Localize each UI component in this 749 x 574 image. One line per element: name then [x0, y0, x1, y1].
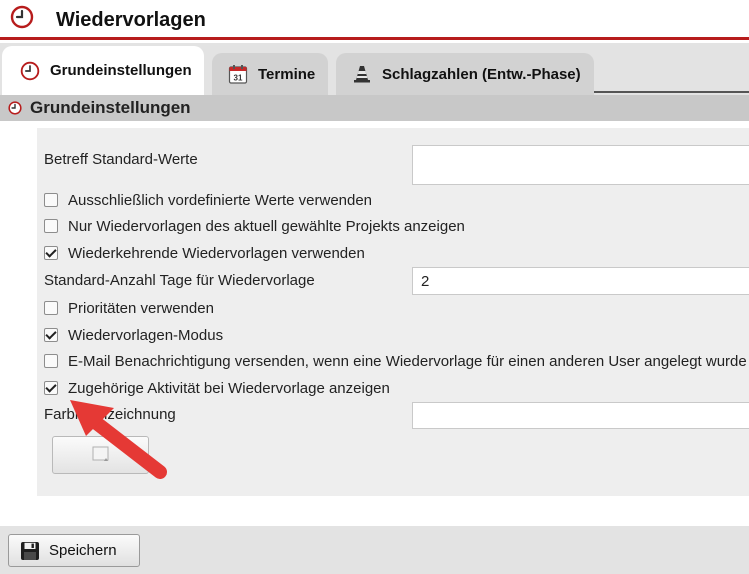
checkbox-row-modus[interactable]: Wiedervorlagen-Modus — [44, 325, 223, 345]
betreff-label: Betreff Standard-Werte — [44, 150, 198, 168]
farb-label: Farbkennzeichnung — [44, 405, 176, 423]
checkbox[interactable] — [44, 301, 58, 315]
app-header: Wiedervorlagen — [0, 0, 749, 40]
tab-label: Termine — [258, 65, 316, 83]
tab-grundeinstellungen[interactable]: Grundeinstellungen — [2, 46, 204, 95]
checkbox-label: Zugehörige Aktivität bei Wiedervorlage a… — [68, 379, 390, 397]
checkbox-row-wiederkehrend[interactable]: Wiederkehrende Wiedervorlagen verwenden — [44, 243, 365, 263]
betreff-input[interactable] — [412, 145, 749, 185]
checkbox-label: Wiedervorlagen-Modus — [68, 326, 224, 344]
checkbox-row-aktivitaet[interactable]: Zugehörige Aktivität bei Wiedervorlage a… — [44, 378, 390, 398]
clock-icon — [8, 101, 22, 115]
color-picker-icon — [92, 446, 109, 461]
checkbox[interactable] — [44, 219, 58, 233]
section-header: Grundeinstellungen — [0, 95, 749, 121]
checkbox-row-vordefinierte[interactable]: Ausschließlich vordefinierte Werte verwe… — [44, 190, 372, 210]
calendar-icon-text: 31 — [234, 74, 243, 83]
checkbox-label: E-Mail Benachrichtigung versenden, wenn … — [68, 352, 747, 370]
save-button[interactable]: Speichern — [8, 534, 140, 567]
checkbox-row-prioritaeten[interactable]: Prioritäten verwenden — [44, 298, 214, 318]
bottom-toolbar: Speichern — [0, 526, 749, 574]
checkbox-checked[interactable] — [44, 246, 58, 260]
page-title: Wiedervorlagen — [56, 9, 206, 31]
floppy-disk-icon — [21, 541, 39, 560]
checkbox-row-projekt[interactable]: Nur Wiedervorlagen des aktuell gewählte … — [44, 216, 465, 236]
save-label: Speichern — [49, 542, 117, 559]
checkbox-checked[interactable] — [44, 328, 58, 342]
section-title: Grundeinstellungen — [30, 98, 191, 117]
checkbox[interactable] — [44, 193, 58, 207]
checkbox-label: Prioritäten verwenden — [68, 299, 214, 317]
tage-label: Standard-Anzahl Tage für Wiedervorlage — [44, 271, 315, 289]
tage-input[interactable] — [412, 267, 749, 295]
tab-schlagzahlen[interactable]: Schlagzahlen (Entw.-Phase) — [336, 53, 594, 95]
tab-label: Schlagzahlen (Entw.-Phase) — [382, 65, 581, 83]
checkbox-row-email[interactable]: E-Mail Benachrichtigung versenden, wenn … — [44, 351, 747, 371]
clock-icon — [20, 61, 40, 80]
tab-label: Grundeinstellungen — [50, 62, 192, 79]
calendar-icon: 31 — [228, 65, 248, 84]
checkbox[interactable] — [44, 354, 58, 368]
tab-underline — [594, 91, 749, 93]
tab-termine[interactable]: 31 Termine — [212, 53, 328, 95]
color-picker-button[interactable] — [52, 436, 149, 474]
checkbox-label: Wiederkehrende Wiedervorlagen verwenden — [68, 244, 365, 262]
farb-input[interactable] — [412, 402, 749, 429]
checkbox-label: Nur Wiedervorlagen des aktuell gewählte … — [68, 217, 465, 235]
tab-bar: Grundeinstellungen 31 Termine Schlagzahl… — [0, 43, 749, 95]
checkbox-checked[interactable] — [44, 381, 58, 395]
traffic-cone-icon — [354, 66, 370, 83]
clock-icon — [10, 5, 34, 29]
checkbox-label: Ausschließlich vordefinierte Werte verwe… — [68, 191, 373, 209]
